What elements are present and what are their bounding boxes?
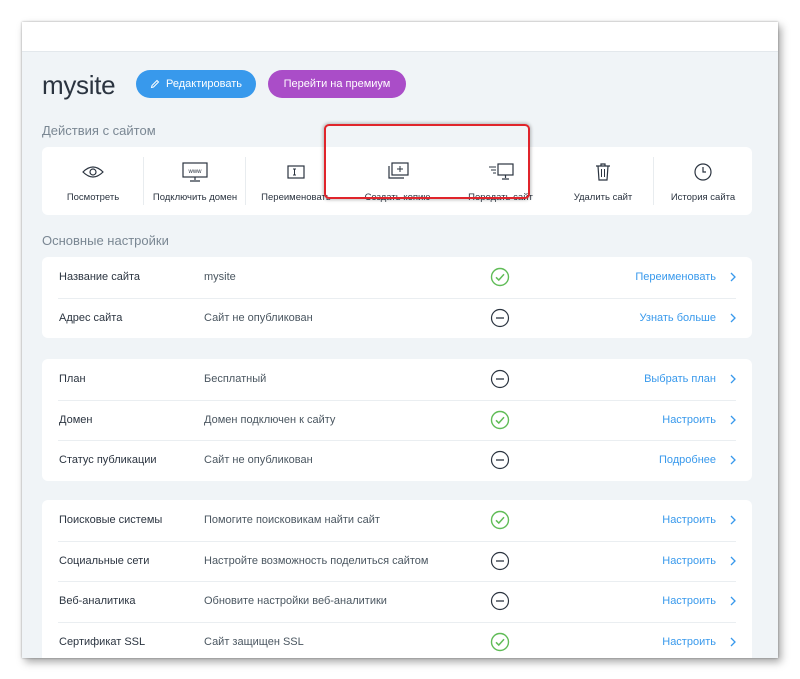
settings-row: Поисковые системы Помогите поисковикам н… [42, 500, 752, 541]
setting-value: Бесплатный [204, 373, 267, 386]
minus-circle-icon [490, 370, 510, 389]
check-icon [490, 410, 510, 429]
choose-plan-link[interactable]: Выбрать план [644, 373, 716, 385]
configure-analytics-link[interactable]: Настроить [662, 595, 716, 607]
chevron-right-icon [730, 556, 736, 566]
action-history-label: История сайта [670, 192, 736, 203]
action-duplicate[interactable]: Создать копию [346, 147, 449, 215]
setting-name: План [59, 373, 86, 386]
edit-site-button[interactable]: Редактировать [136, 70, 256, 98]
setting-name: Домен [59, 413, 93, 426]
site-actions-heading: Действия с сайтом [42, 123, 156, 138]
duplicate-icon [387, 162, 409, 179]
setting-name: Веб-аналитика [59, 595, 136, 608]
action-view[interactable]: Посмотреть [42, 147, 144, 215]
settings-row: Адрес сайта Сайт не опубликован Узнать б… [42, 297, 752, 339]
transfer-icon [488, 163, 514, 180]
setting-value: Обновите настройки веб-аналитики [204, 595, 387, 608]
setting-name: Сертификат SSL [59, 635, 146, 648]
action-connect-domain-label: Подключить домен [152, 192, 238, 203]
action-rename[interactable]: Переименовать [246, 147, 346, 215]
setting-value: Помогите поисковикам найти сайт [204, 514, 380, 527]
learn-more-link[interactable]: Узнать больше [640, 312, 716, 324]
setting-name: Социальные сети [59, 554, 150, 567]
minus-circle-icon [490, 451, 510, 470]
action-transfer[interactable]: Передать сайт [449, 147, 552, 215]
chevron-right-icon [730, 637, 736, 647]
settings-row: Сертификат SSL Сайт защищен SSL Настроит… [42, 621, 752, 659]
setting-value: Сайт не опубликован [204, 311, 313, 324]
pencil-icon [150, 79, 160, 89]
edit-site-label: Редактировать [166, 78, 242, 90]
setting-value: mysite [204, 271, 236, 284]
action-history[interactable]: История сайта [654, 147, 752, 215]
main-settings-heading: Основные настройки [42, 233, 169, 248]
configure-social-link[interactable]: Настроить [662, 555, 716, 567]
action-view-label: Посмотреть [66, 192, 120, 203]
action-duplicate-label: Создать копию [364, 192, 431, 203]
settings-card-plan: План Бесплатный Выбрать план Домен Домен… [42, 359, 752, 481]
settings-row: План Бесплатный Выбрать план [42, 359, 752, 400]
site-actions-bar: Посмотреть www Подключить домен Переимен… [42, 147, 752, 215]
action-transfer-label: Передать сайт [468, 192, 533, 203]
minus-circle-icon [490, 592, 510, 611]
browser-frame: mysite Редактировать Перейти на премиум … [22, 22, 778, 658]
minus-circle-icon [490, 551, 510, 570]
setting-value: Сайт защищен SSL [204, 635, 304, 648]
action-delete-label: Удалить сайт [573, 192, 633, 203]
configure-seo-link[interactable]: Настроить [662, 514, 716, 526]
setting-value: Сайт не опубликован [204, 454, 313, 467]
chevron-right-icon [730, 374, 736, 384]
chevron-right-icon [730, 415, 736, 425]
svg-text:www: www [188, 169, 203, 175]
settings-card-site: Название сайта mysite Переименовать Адре… [42, 257, 752, 338]
www-monitor-icon: www [182, 162, 208, 182]
setting-name: Адрес сайта [59, 311, 123, 324]
settings-row: Статус публикации Сайт не опубликован По… [42, 440, 752, 481]
upgrade-premium-label: Перейти на премиум [283, 78, 391, 90]
action-delete[interactable]: Удалить сайт [552, 147, 654, 215]
site-name: mysite [42, 70, 116, 100]
chevron-right-icon [730, 515, 736, 525]
configure-domain-link[interactable]: Настроить [662, 414, 716, 426]
chevron-right-icon [730, 596, 736, 606]
eye-icon [82, 166, 104, 178]
settings-row: Социальные сети Настройте возможность по… [42, 540, 752, 582]
upgrade-premium-button[interactable]: Перейти на премиум [268, 70, 406, 98]
trash-icon [596, 163, 610, 181]
action-rename-label: Переименовать [261, 192, 331, 203]
details-link[interactable]: Подробнее [659, 454, 716, 466]
settings-row: Название сайта mysite Переименовать [42, 257, 752, 298]
clock-icon [694, 163, 712, 181]
action-connect-domain[interactable]: www Подключить домен [144, 147, 246, 215]
chevron-right-icon [730, 313, 736, 323]
check-icon [490, 268, 510, 287]
chevron-right-icon [730, 272, 736, 282]
settings-row: Домен Домен подключен к сайту Настроить [42, 399, 752, 441]
setting-name: Название сайта [59, 271, 141, 284]
chevron-right-icon [730, 455, 736, 465]
rename-icon [287, 165, 305, 179]
check-icon [490, 511, 510, 530]
setting-name: Статус публикации [59, 454, 157, 467]
setting-name: Поисковые системы [59, 514, 163, 527]
check-icon [490, 632, 510, 651]
setting-value: Домен подключен к сайту [204, 413, 336, 426]
rename-link[interactable]: Переименовать [635, 271, 716, 283]
top-bar [22, 22, 778, 52]
minus-circle-icon [490, 308, 510, 327]
settings-card-seo: Поисковые системы Помогите поисковикам н… [42, 500, 752, 658]
configure-ssl-link[interactable]: Настроить [662, 636, 716, 648]
setting-value: Настройте возможность поделиться сайтом [204, 554, 429, 567]
settings-row: Веб-аналитика Обновите настройки веб-ана… [42, 581, 752, 622]
